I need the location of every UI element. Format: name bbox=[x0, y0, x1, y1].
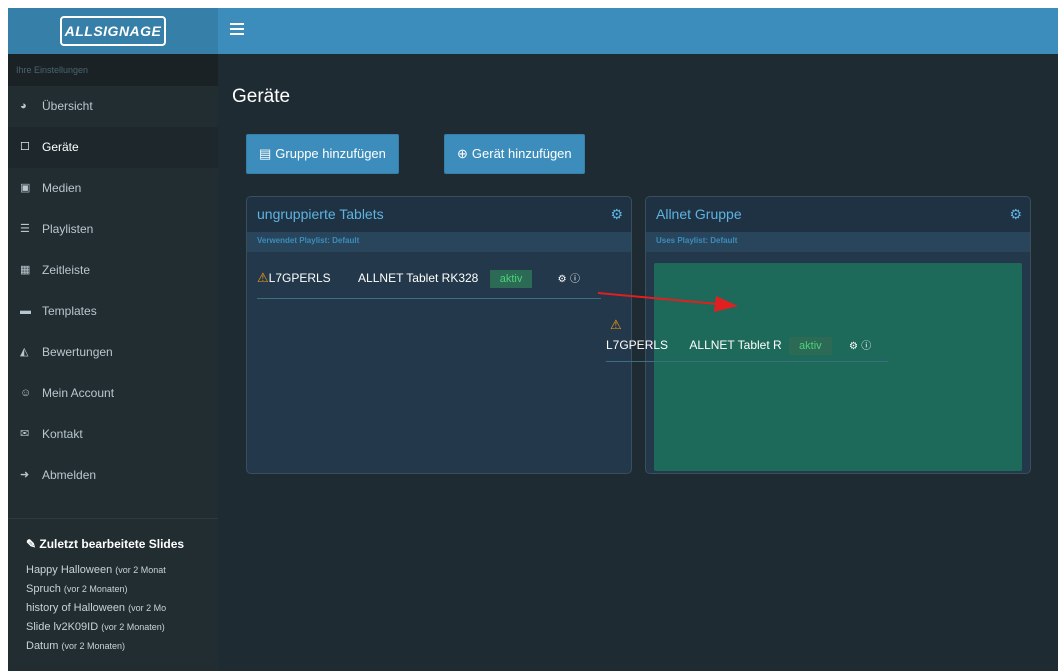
recent-slide-name: Happy Halloween bbox=[26, 564, 113, 576]
sidebar-item-geraete[interactable]: ☐ Geräte bbox=[8, 127, 218, 168]
device-row[interactable]: ⚠L7GPERLS ALLNET Tablet RK328 aktiv ⚙ ⓘ bbox=[257, 267, 601, 299]
page-title: Geräte bbox=[232, 86, 291, 107]
recent-slide-name: history of Halloween bbox=[26, 602, 126, 614]
main-content: Geräte ▤ Gruppe hinzufügen ⊕ Gerät hinzufü… bbox=[218, 54, 1058, 671]
sidebar-item-playlisten[interactable]: ☰ Playlisten bbox=[8, 209, 218, 250]
sidebar-item-label: Medien bbox=[42, 181, 82, 195]
group-panel-ungrouped: ungruppierte Tablets ⚙ Verwendet Playlis… bbox=[246, 196, 632, 474]
device-settings-icon[interactable]: ⚙ bbox=[558, 274, 567, 285]
sidebar-item-label: Kontakt bbox=[42, 427, 83, 441]
panel-playlist: Verwendet Playlist: Default bbox=[247, 232, 631, 252]
sidebar: Ihre Einstellungen ◕ Übersicht ☐ Geräte … bbox=[8, 54, 218, 671]
recent-slide-time: (vor 2 Monaten) bbox=[101, 622, 165, 632]
device-id: L7GPERLS bbox=[268, 271, 331, 285]
calendar-icon: ▦ bbox=[20, 264, 31, 276]
panel-header: ungruppierte Tablets ⚙ bbox=[247, 197, 631, 232]
recent-slide-item[interactable]: Spruch (vor 2 Monaten) bbox=[26, 580, 208, 599]
sidebar-item-mein-account[interactable]: ☺ Mein Account bbox=[8, 373, 218, 414]
add-group-button[interactable]: ▤ Gruppe hinzufügen bbox=[246, 134, 399, 174]
top-navbar: ALLSIGNAGE bbox=[8, 8, 1058, 54]
sidebar-item-uebersicht[interactable]: ◕ Übersicht bbox=[8, 86, 218, 127]
sidebar-item-templates[interactable]: ▬ Templates bbox=[8, 291, 218, 332]
recent-slide-name: Spruch bbox=[26, 583, 61, 595]
info-icon[interactable]: ⓘ bbox=[570, 274, 580, 285]
sidebar-item-label: Zeitleiste bbox=[42, 263, 91, 277]
pie-chart-icon: ◕ bbox=[20, 100, 27, 112]
user-circle-icon: ☺ bbox=[20, 387, 32, 399]
drag-arrow-icon bbox=[598, 292, 738, 312]
recent-slide-time: (vor 2 Monat bbox=[115, 565, 166, 575]
app-window: ALLSIGNAGE Ihre Einstellungen ◕ Übersich… bbox=[0, 0, 1058, 671]
dragged-device-row[interactable]: ⚠ L7GPERLS ALLNET Tablet R aktiv ⚙ ⓘ bbox=[606, 316, 888, 362]
list-alt-icon: ▤ bbox=[259, 146, 272, 161]
recent-slide-name: Datum bbox=[26, 640, 59, 652]
sidebar-item-label: Mein Account bbox=[42, 386, 115, 400]
plus-circle-icon: ⊕ bbox=[457, 146, 468, 161]
sidebar-item-label: Übersicht bbox=[42, 99, 93, 113]
sidebar-header: Ihre Einstellungen bbox=[8, 54, 218, 86]
menu-toggle-icon[interactable] bbox=[230, 23, 244, 37]
recent-slide-time: (vor 2 Monaten) bbox=[63, 584, 128, 594]
sidebar-item-label: Templates bbox=[42, 304, 97, 318]
recent-slide-item[interactable]: Slide lv2K09ID (vor 2 Monaten) bbox=[26, 618, 208, 637]
device-name: ALLNET Tablet RK328 bbox=[358, 271, 479, 285]
info-icon[interactable]: ⓘ bbox=[861, 341, 871, 352]
folder-icon: ▬ bbox=[20, 305, 31, 317]
sidebar-item-label: Bewertungen bbox=[42, 345, 113, 359]
warning-icon: ⚠ bbox=[257, 270, 269, 285]
panel-title: Allnet Gruppe bbox=[656, 206, 742, 222]
tablet-icon: ☐ bbox=[20, 141, 30, 153]
sidebar-item-bewertungen[interactable]: ◭ Bewertungen bbox=[8, 332, 218, 373]
recent-slides-title: ✎ Zuletzt bearbeitete Slides bbox=[26, 535, 208, 553]
area-chart-icon: ◭ bbox=[20, 346, 29, 358]
recent-slides: ✎ Zuletzt bearbeitete Slides Happy Hallo… bbox=[8, 518, 218, 656]
add-group-label: Gruppe hinzufügen bbox=[275, 146, 386, 161]
sidebar-item-label: Playlisten bbox=[42, 222, 94, 236]
image-icon: ▣ bbox=[20, 182, 31, 194]
device-id: L7GPERLS bbox=[606, 338, 669, 352]
envelope-icon: ✉ bbox=[20, 428, 30, 440]
device-status-badge: aktiv bbox=[489, 270, 533, 288]
sidebar-item-zeitleiste[interactable]: ▦ Zeitleiste bbox=[8, 250, 218, 291]
sidebar-item-kontakt[interactable]: ✉ Kontakt bbox=[8, 414, 218, 455]
sidebar-item-label: Abmelden bbox=[42, 468, 97, 482]
logo-area[interactable]: ALLSIGNAGE bbox=[8, 8, 218, 54]
group-settings-icon[interactable]: ⚙ bbox=[1009, 197, 1022, 232]
recent-slide-item[interactable]: history of Halloween (vor 2 Mo bbox=[26, 599, 208, 618]
recent-slide-name: Slide lv2K09ID bbox=[26, 621, 99, 633]
sidebar-item-medien[interactable]: ▣ Medien bbox=[8, 168, 218, 209]
device-name: ALLNET Tablet R bbox=[689, 338, 782, 352]
recent-slides-title-text: Zuletzt bearbeitete Slides bbox=[39, 537, 185, 551]
panel-playlist: Uses Playlist: Default bbox=[646, 232, 1030, 252]
group-settings-icon[interactable]: ⚙ bbox=[610, 197, 623, 232]
panel-header: Allnet Gruppe ⚙ bbox=[646, 197, 1030, 232]
recent-slide-item[interactable]: Datum (vor 2 Monaten) bbox=[26, 637, 208, 656]
sidebar-item-abmelden[interactable]: ➜ Abmelden bbox=[8, 455, 218, 496]
add-device-button[interactable]: ⊕ Gerät hinzufügen bbox=[444, 134, 585, 174]
logo: ALLSIGNAGE bbox=[60, 16, 166, 46]
recent-slide-time: (vor 2 Monaten) bbox=[61, 641, 125, 651]
device-status-badge: aktiv bbox=[789, 337, 832, 355]
add-device-label: Gerät hinzufügen bbox=[471, 146, 572, 161]
list-icon: ☰ bbox=[20, 223, 30, 235]
recent-slide-item[interactable]: Happy Halloween (vor 2 Monat bbox=[26, 561, 208, 580]
recent-slide-time: (vor 2 Mo bbox=[128, 603, 167, 613]
sign-out-icon: ➜ bbox=[20, 469, 30, 481]
panel-title: ungruppierte Tablets bbox=[257, 206, 384, 222]
sidebar-item-label: Geräte bbox=[42, 140, 79, 154]
edit-icon: ✎ bbox=[26, 537, 40, 551]
device-settings-icon[interactable]: ⚙ bbox=[849, 341, 858, 352]
